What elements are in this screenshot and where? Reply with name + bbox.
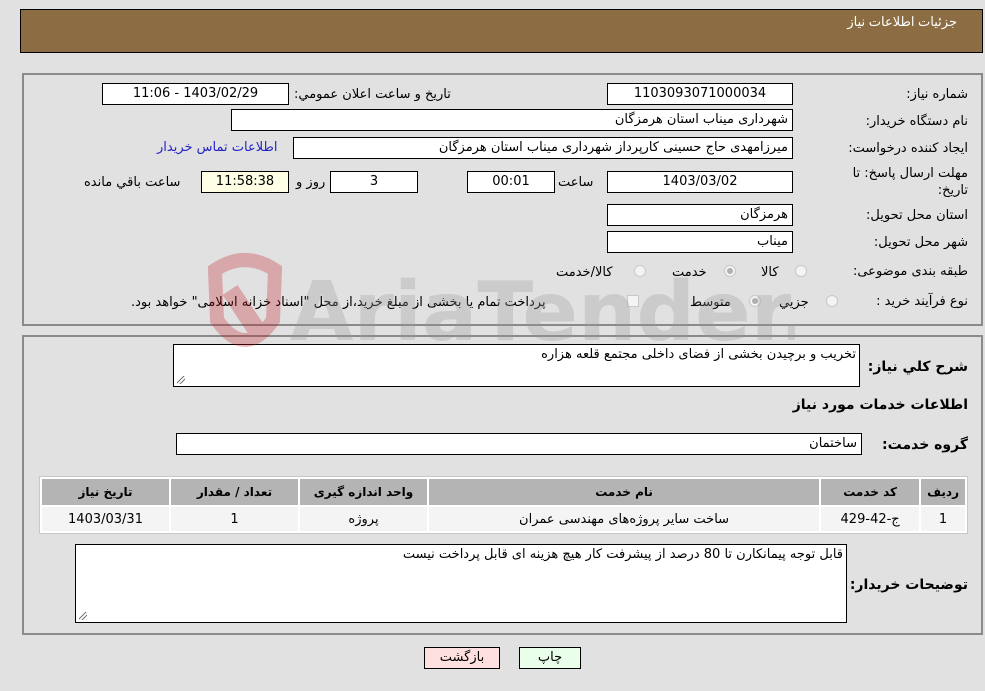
- treasury-checkbox-label: پرداخت تمام یا بخشی از مبلغ خرید،از محل …: [131, 295, 546, 310]
- col-header-service-name: نام خدمت: [429, 479, 820, 505]
- cell-service-code: ج-42-429: [821, 507, 920, 531]
- col-header-service-code: کد خدمت: [821, 479, 920, 505]
- services-heading: اطلاعات خدمات مورد نیاز: [792, 397, 968, 413]
- deadline-label: مهلت ارسال پاسخ: تا: [852, 166, 968, 181]
- summary-text: تخریب و برچیدن بخشی از فضای داخلی مجتمع …: [541, 347, 856, 362]
- remaining-time-field: 11:58:38: [201, 171, 289, 193]
- cell-quantity: 1: [171, 507, 298, 531]
- process-label: نوع فرآیند خرید :: [876, 294, 968, 309]
- category-radio-goods[interactable]: [795, 265, 807, 277]
- deadline-time-label: ساعت: [558, 175, 594, 190]
- buyer-notes-textarea[interactable]: قابل توجه پیمانکارن تا 80 درصد از پیشرفت…: [75, 544, 847, 623]
- process-option-minor: جزيي: [779, 295, 809, 310]
- treasury-checkbox[interactable]: [627, 295, 639, 307]
- col-header-unit: واحد اندازه گیری: [300, 479, 427, 505]
- city-label: شهر محل تحویل:: [873, 235, 968, 250]
- category-radio-service[interactable]: [724, 265, 736, 277]
- cell-row-number: 1: [921, 507, 965, 531]
- category-radio-goods-service[interactable]: [634, 265, 646, 277]
- category-option-goods: کالا: [761, 265, 779, 280]
- col-header-quantity: تعداد / مقدار: [171, 479, 298, 505]
- days-label: روز و: [296, 175, 326, 190]
- category-label: طبقه بندی موضوعی:: [852, 264, 968, 279]
- need-number-label: شماره نیاز:: [906, 87, 968, 102]
- summary-textarea[interactable]: تخریب و برچیدن بخشی از فضای داخلی مجتمع …: [173, 344, 860, 387]
- col-header-row-number: ردیف: [921, 479, 965, 505]
- buyer-org-field: شهرداری میناب استان هرمزگان: [231, 109, 793, 131]
- buyer-notes-text: قابل توجه پیمانکارن تا 80 درصد از پیشرفت…: [402, 547, 843, 562]
- page-header: [20, 9, 983, 53]
- remaining-label: ساعت باقي مانده: [84, 175, 181, 190]
- summary-label: شرح کلي نیاز:: [867, 359, 968, 375]
- table-header-row: ردیف کد خدمت نام خدمت واحد اندازه گیری ت…: [42, 479, 965, 505]
- need-number-field: 1103093071000034: [607, 83, 793, 105]
- process-radio-minor[interactable]: [826, 295, 838, 307]
- service-group-label: گروه خدمت:: [882, 437, 968, 453]
- resize-grip-icon[interactable]: [177, 376, 185, 384]
- announce-label: تاریخ و ساعت اعلان عمومي:: [294, 87, 451, 102]
- col-header-need-date: تاریخ نیاز: [42, 479, 169, 505]
- print-button[interactable]: چاپ: [519, 647, 581, 669]
- announce-datetime-field: 1403/02/29 - 11:06: [102, 83, 289, 105]
- creator-field: میرزامهدی حاج حسینی کارپرداز شهرداری مین…: [293, 137, 793, 159]
- cell-service-name: ساخت سایر پروژه‌های مهندسی عمران: [429, 507, 820, 531]
- services-table: ردیف کد خدمت نام خدمت واحد اندازه گیری ت…: [39, 476, 968, 534]
- province-field: هرمزگان: [607, 204, 793, 226]
- cell-need-date: 1403/03/31: [42, 507, 169, 531]
- cell-unit: پروژه: [300, 507, 427, 531]
- table-row: 1 ج-42-429 ساخت سایر پروژه‌های مهندسی عم…: [42, 507, 965, 531]
- process-option-medium: متوسط: [690, 295, 731, 310]
- creator-label: ایجاد کننده درخواست:: [848, 141, 968, 156]
- process-radio-medium[interactable]: [749, 295, 761, 307]
- service-group-field: ساختمان: [176, 433, 862, 455]
- page-title: جزئیات اطلاعات نیاز: [847, 14, 957, 29]
- category-option-goods-service: کالا/خدمت: [556, 265, 613, 280]
- buyer-org-label: نام دستگاه خریدار:: [865, 114, 968, 129]
- buyer-notes-label: توضیحات خریدار:: [849, 577, 968, 593]
- city-field: میناب: [607, 231, 793, 253]
- back-button[interactable]: بازگشت: [424, 647, 500, 669]
- category-option-service: خدمت: [672, 265, 707, 280]
- remaining-days-field: 3: [330, 171, 418, 193]
- deadline-date-field: 1403/03/02: [607, 171, 793, 193]
- deadline-label-date: تاریخ:: [937, 183, 968, 198]
- resize-grip-icon[interactable]: [79, 612, 87, 620]
- province-label: استان محل تحویل:: [866, 208, 968, 223]
- buyer-contact-link[interactable]: اطلاعات تماس خریدار: [157, 140, 277, 155]
- deadline-time-field: 00:01: [467, 171, 555, 193]
